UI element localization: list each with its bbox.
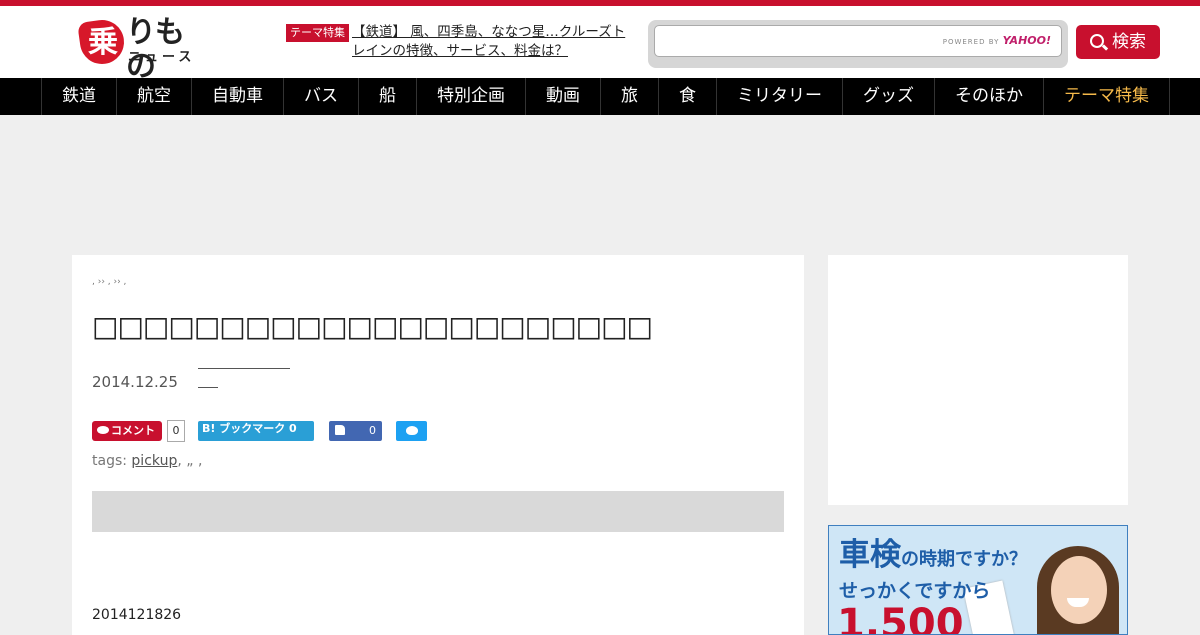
comment-icon <box>97 426 109 434</box>
like-count: 0 <box>369 424 376 437</box>
author-link-underline[interactable] <box>198 368 290 369</box>
comment-label: コメント <box>111 424 155 437</box>
search-box: POWERED BY YAHOO! <box>648 20 1068 68</box>
nav-item-goods[interactable]: グッズ <box>842 78 934 115</box>
hatena-bookmark-button[interactable]: B! ブックマーク 0 <box>198 421 314 441</box>
nav-item-car[interactable]: 自動車 <box>191 78 283 115</box>
sidebar-banner-ad[interactable]: 車検の時期ですか？ せっかくですから 1,500 <box>828 525 1128 635</box>
search-icon <box>1090 34 1104 48</box>
tag-link-pickup[interactable]: pickup <box>131 453 177 469</box>
yahoo-logo: YAHOO! <box>1002 34 1051 47</box>
nav-item-military[interactable]: ミリタリー <box>716 78 842 115</box>
article-body-start: 2014121826 <box>92 607 182 623</box>
nav-item-railway[interactable]: 鉄道 <box>41 78 116 115</box>
comment-count: 0 <box>167 420 185 442</box>
nav-item-theme[interactable]: テーマ特集 <box>1043 78 1170 115</box>
site-header: 乗 りもの ニュース テーマ特集 【鉄道】 風、四季島、ななつ星…クルーズトレイ… <box>0 6 1200 84</box>
nav-item-food[interactable]: 食 <box>658 78 716 115</box>
nav-item-ship[interactable]: 船 <box>358 78 416 115</box>
theme-label-badge: テーマ特集 <box>286 24 349 42</box>
tags-row: tags: pickup, „ , <box>92 453 202 469</box>
breadcrumb[interactable]: , ›› , ›› , <box>92 277 126 287</box>
comment-button[interactable]: コメント <box>92 421 162 441</box>
article-card: , ›› , ›› , □□□□□□□□□□□□□□□□□□□□□□ 2014.… <box>72 255 804 635</box>
search-input[interactable]: POWERED BY YAHOO! <box>654 25 1062 57</box>
nav-item-travel[interactable]: 旅 <box>600 78 658 115</box>
logo-sub-text: ニュース <box>128 50 196 65</box>
facebook-like-button[interactable]: 0 <box>329 421 382 441</box>
powered-by-label: POWERED BY YAHOO! <box>942 34 1051 47</box>
twitter-share-button[interactable] <box>396 421 427 441</box>
theme-feature-link[interactable]: 【鉄道】 風、四季島、ななつ星…クルーズトレインの特徴、サービス、料金は？ <box>352 23 637 61</box>
twitter-bird-icon <box>406 426 418 435</box>
article-title: □□□□□□□□□□□□□□□□□□□□□□ <box>92 310 653 343</box>
article-date: 2014.12.25 <box>92 373 178 391</box>
site-logo[interactable]: 乗 りもの ニュース <box>77 16 210 84</box>
search-button[interactable]: 検索 <box>1076 25 1160 59</box>
logo-badge-char: 乗 <box>88 25 118 60</box>
search-button-label: 検索 <box>1112 32 1146 52</box>
nav-item-other[interactable]: そのほか <box>934 78 1043 115</box>
tags-prefix: tags: <box>92 453 127 469</box>
author-link-underline-short[interactable] <box>198 387 218 388</box>
nav-item-bus[interactable]: バス <box>283 78 358 115</box>
nav-item-aviation[interactable]: 航空 <box>116 78 191 115</box>
article-ad-placeholder <box>92 491 784 532</box>
ad-headline: 車検の時期ですか？ <box>839 537 1027 573</box>
nav-item-special[interactable]: 特別企画 <box>416 78 525 115</box>
ad-person-image <box>1027 546 1127 634</box>
nav-item-video[interactable]: 動画 <box>525 78 600 115</box>
main-nav: 鉄道 航空 自動車 バス 船 特別企画 動画 旅 食 ミリタリー グッズ そのほ… <box>0 78 1200 115</box>
sidebar-ad-slot[interactable] <box>828 255 1128 505</box>
tags-rest: , „ , <box>177 453 203 469</box>
thumbs-up-icon <box>335 425 345 435</box>
ad-subline: せっかくですから <box>839 580 991 602</box>
